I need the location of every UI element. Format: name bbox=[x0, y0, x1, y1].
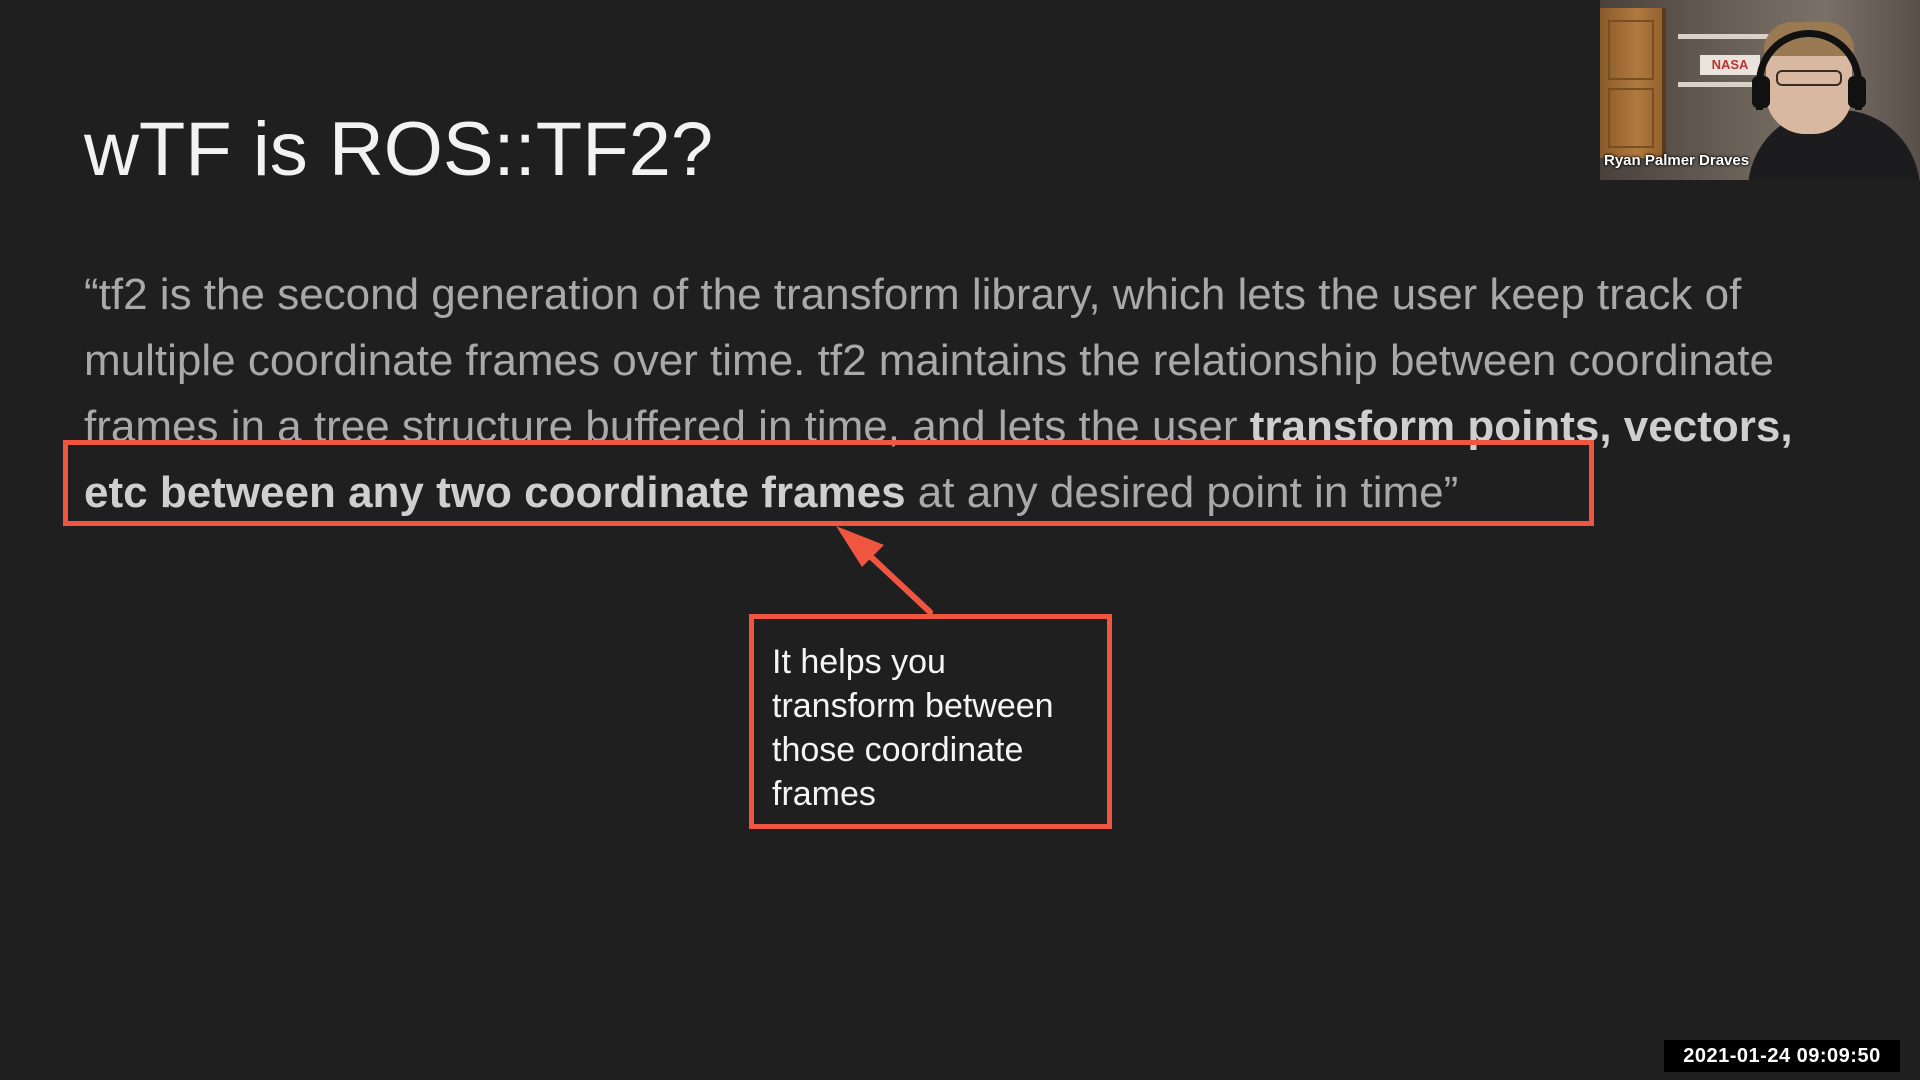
participant-name: Ryan Palmer Draves bbox=[1604, 152, 1750, 169]
recording-timestamp: 2021-01-24 09:09:50 bbox=[1664, 1040, 1900, 1072]
headset-earcup-left bbox=[1752, 76, 1770, 108]
arrow-head bbox=[836, 526, 884, 567]
slide-title: wTF is ROS::TF2? bbox=[84, 107, 714, 192]
arrow-shaft bbox=[851, 538, 933, 615]
door-panel bbox=[1608, 20, 1654, 80]
callout-box: It helps you transform between those coo… bbox=[749, 614, 1112, 829]
quote-text-end: at any desired point in time” bbox=[905, 468, 1459, 517]
screen-recording: wTF is ROS::TF2? “tf2 is the second gene… bbox=[0, 0, 1920, 1080]
poster-label: NASA bbox=[1711, 57, 1749, 72]
door-panel bbox=[1608, 88, 1654, 148]
webcam-door bbox=[1600, 8, 1666, 158]
webcam-thumbnail: NASA Ryan Palmer Draves bbox=[1600, 0, 1920, 180]
slide-quote: “tf2 is the second generation of the tra… bbox=[84, 262, 1824, 526]
headset-earcup-right bbox=[1848, 76, 1866, 108]
webcam-poster: NASA bbox=[1700, 55, 1760, 75]
